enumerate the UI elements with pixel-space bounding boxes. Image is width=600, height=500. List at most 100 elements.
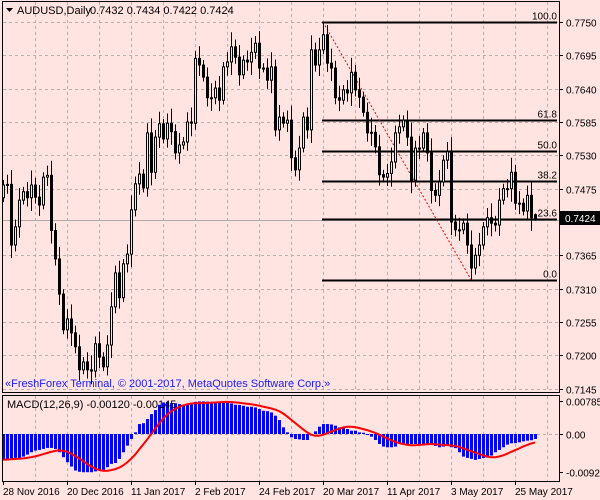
candle: [242, 55, 245, 80]
candle-body-bear: [162, 123, 165, 140]
macd-histogram-bar: [186, 404, 189, 434]
time-tick-label: 25 May 2017: [515, 487, 573, 498]
macd-histogram-bar: [426, 434, 429, 444]
trading-chart-window: 100.0 61.8 50.0 38.2 23.6 0.0 0.7750 0.7695 0.7…: [0, 0, 600, 500]
macd-histogram-bar: [102, 434, 105, 470]
macd-title: MACD(12,26,9) -0.00120 -0.00145: [7, 399, 176, 411]
candle-body-bear: [450, 151, 453, 223]
candle-body-bear: [330, 62, 333, 69]
macd-histogram-bar: [246, 406, 249, 434]
candle-body-bear: [150, 132, 153, 173]
candle: [18, 188, 21, 238]
fib-level-label: 23.6: [538, 209, 558, 220]
candle-body-bull: [158, 123, 161, 138]
macd-histogram-bar: [106, 434, 109, 468]
macd-histogram-bar: [414, 434, 417, 444]
candle: [50, 160, 53, 244]
triangle-down-icon[interactable]: [6, 8, 13, 12]
candle-body-bear: [38, 196, 41, 206]
candle-body-bull: [250, 51, 253, 63]
time-tick-label: 20 Mar 2017: [323, 487, 380, 498]
time-tick-label: 24 Feb 2017: [259, 487, 316, 498]
chart-canvas[interactable]: 100.061.850.038.223.60.0 0.77500.76950.7…: [0, 0, 600, 500]
macd-tick-label: -0.00921: [566, 469, 600, 480]
candle-body-bull: [342, 89, 345, 101]
candle-body-bear: [54, 229, 57, 260]
macd-histogram-bar: [190, 403, 193, 434]
candle-body-bear: [338, 97, 341, 101]
macd-histogram-bar: [226, 402, 229, 434]
price-tick-label: 0.7145: [566, 386, 597, 397]
candle: [454, 214, 457, 237]
candle: [438, 169, 441, 207]
candle: [10, 169, 13, 259]
candle: [526, 185, 529, 220]
macd-histogram-bar: [278, 420, 281, 434]
candle: [142, 169, 145, 193]
macd-histogram-bar: [446, 434, 449, 446]
candle-body-bear: [430, 152, 433, 191]
macd-histogram-bar: [366, 434, 369, 435]
candle-body-bear: [170, 122, 173, 133]
candle-body-bull: [486, 217, 489, 228]
candle: [354, 65, 357, 97]
candle: [70, 304, 73, 346]
candle: [82, 357, 85, 375]
candle: [334, 60, 337, 105]
price-tick-label: 0.7750: [566, 19, 597, 30]
macd-histogram-bar: [218, 402, 221, 434]
candle: [422, 128, 425, 153]
candle: [6, 174, 9, 194]
candle-body-bull: [418, 147, 421, 150]
macd-histogram-bar: [130, 434, 133, 439]
candle-body-bear: [326, 34, 329, 64]
candle-body-bear: [470, 244, 473, 269]
time-axis[interactable]: 28 Nov 2016 20 Dec 2016 11 Jan 2017 2 Feb 2…: [3, 481, 573, 498]
candle: [434, 183, 437, 202]
candle-body-bull: [186, 121, 189, 143]
macd-histogram-bar: [410, 434, 413, 444]
price-tick-label: 0.7255: [566, 319, 597, 330]
macd-histogram-bar: [198, 401, 201, 434]
price-tick-label: 0.7640: [566, 86, 597, 97]
candle-body-bull: [446, 151, 449, 161]
macd-histogram-bar: [502, 434, 505, 448]
candle: [450, 137, 453, 236]
candle-body-bear: [238, 56, 241, 76]
candle-body-bull: [154, 136, 157, 173]
candle: [238, 45, 241, 86]
candle-body-bear: [454, 221, 457, 231]
candle-body-bear: [290, 119, 293, 159]
candle-body-bear: [202, 64, 205, 78]
candle-body-bull: [370, 131, 373, 134]
time-tick-label: 2 Feb 2017: [195, 487, 246, 498]
candle-body-bear: [530, 194, 533, 219]
candle: [318, 37, 321, 76]
candle: [30, 170, 33, 211]
candle: [122, 258, 125, 303]
candle: [102, 352, 105, 372]
macd-histogram-bar: [146, 419, 149, 434]
price-tick-label: 0.7310: [566, 286, 597, 297]
macd-histogram-bar: [38, 434, 41, 450]
macd-histogram-bar: [78, 434, 81, 472]
macd-histogram-bar: [422, 434, 425, 444]
price-axis[interactable]: 0.7750 0.7695 0.7640 0.7585 0.7530 0.7475 0.73…: [560, 19, 600, 480]
candle: [486, 208, 489, 236]
candle: [322, 22, 325, 55]
macd-histogram-bar: [110, 434, 113, 464]
macd-histogram-bar: [514, 434, 517, 444]
candle-body-bear: [26, 191, 29, 199]
candle-body-bull: [254, 42, 257, 53]
candle: [74, 325, 77, 354]
candle-body-bear: [58, 258, 61, 295]
candle-body-bull: [262, 67, 265, 70]
candle-body-bear: [246, 59, 249, 63]
candle-body-bull: [30, 184, 33, 199]
candle-body-bear: [534, 214, 537, 221]
candle: [514, 165, 517, 210]
fibonacci-retracement[interactable]: 100.0 61.8 50.0 38.2 23.6 0.0: [322, 12, 558, 282]
candle-body-bull: [526, 194, 529, 212]
candle: [262, 63, 265, 73]
macd-histogram-bar: [142, 423, 145, 434]
